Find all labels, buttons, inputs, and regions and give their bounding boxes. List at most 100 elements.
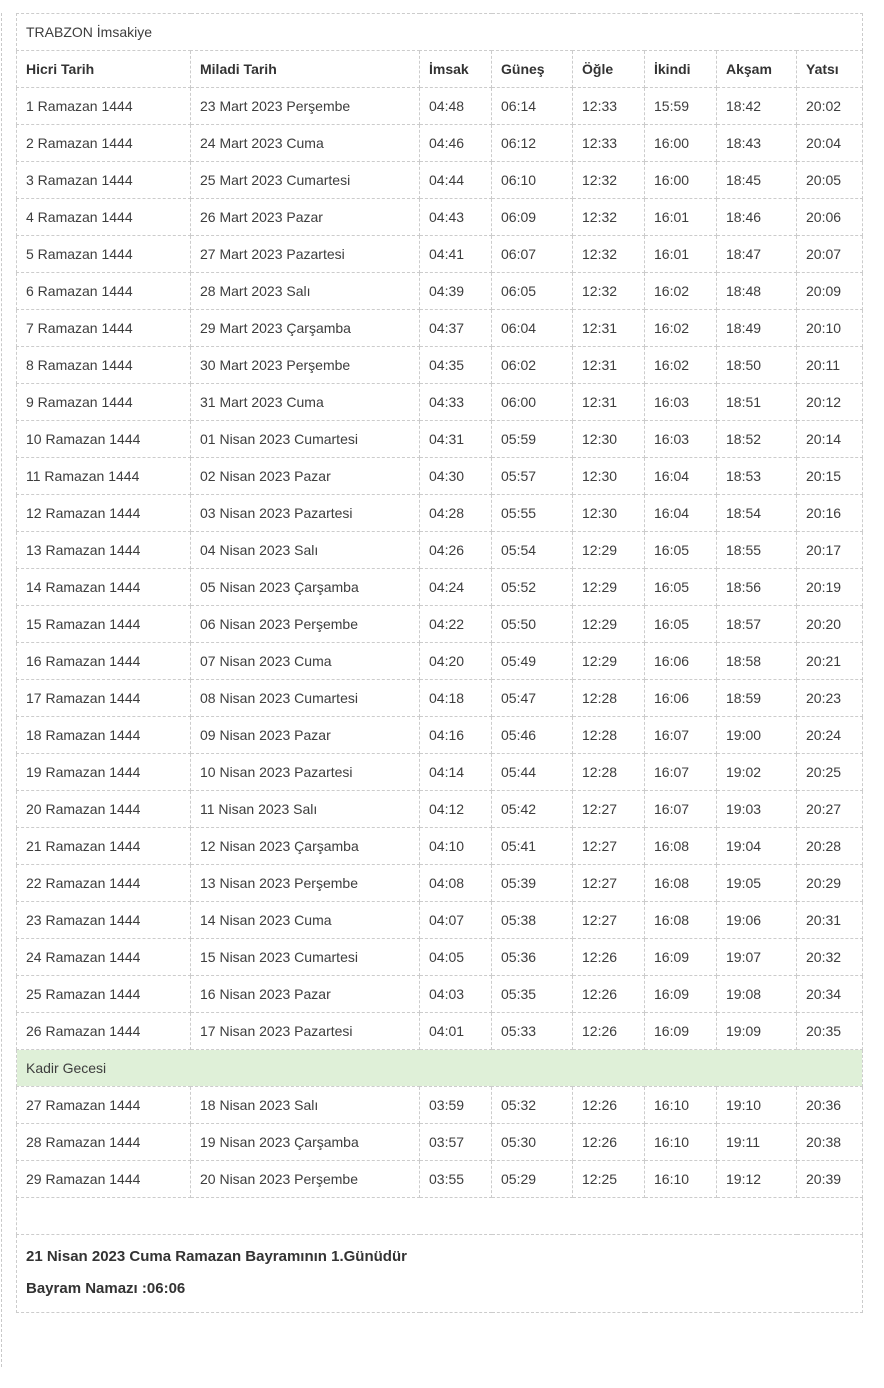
table-cell: 12:29 — [573, 643, 645, 680]
table-cell: 20:16 — [797, 495, 863, 532]
table-cell: 05:36 — [492, 939, 573, 976]
table-cell: 06:07 — [492, 236, 573, 273]
table-row: 6 Ramazan 144428 Mart 2023 Salı04:3906:0… — [17, 273, 863, 310]
table-row: 4 Ramazan 144426 Mart 2023 Pazar04:4306:… — [17, 199, 863, 236]
table-cell: 16:05 — [645, 606, 717, 643]
table-cell: 04:30 — [420, 458, 492, 495]
table-cell: 06:05 — [492, 273, 573, 310]
table-cell: 16:03 — [645, 384, 717, 421]
table-cell: 20:19 — [797, 569, 863, 606]
table-cell: 13 Nisan 2023 Perşembe — [191, 865, 420, 902]
footer-cell: 21 Nisan 2023 Cuma Ramazan Bayramının 1.… — [17, 1235, 863, 1313]
table-cell: 20 Nisan 2023 Perşembe — [191, 1161, 420, 1198]
table-cell: 04:43 — [420, 199, 492, 236]
table-cell: 06:02 — [492, 347, 573, 384]
table-cell: 12:32 — [573, 236, 645, 273]
table-cell: 20:07 — [797, 236, 863, 273]
table-cell: 05:59 — [492, 421, 573, 458]
table-cell: 18:51 — [717, 384, 797, 421]
table-cell: 24 Mart 2023 Cuma — [191, 125, 420, 162]
table-cell: 3 Ramazan 1444 — [17, 162, 191, 199]
table-cell: 03 Nisan 2023 Pazartesi — [191, 495, 420, 532]
table-cell: 05:30 — [492, 1124, 573, 1161]
table-cell: 04:46 — [420, 125, 492, 162]
table-cell: 04:14 — [420, 754, 492, 791]
table-cell: 12:27 — [573, 865, 645, 902]
table-cell: 24 Ramazan 1444 — [17, 939, 191, 976]
table-row: 21 Ramazan 144412 Nisan 2023 Çarşamba04:… — [17, 828, 863, 865]
table-cell: 18:53 — [717, 458, 797, 495]
table-cell: 2 Ramazan 1444 — [17, 125, 191, 162]
table-cell: 04:26 — [420, 532, 492, 569]
table-cell: 19:10 — [717, 1087, 797, 1124]
table-cell: 19:00 — [717, 717, 797, 754]
table-cell: 6 Ramazan 1444 — [17, 273, 191, 310]
table-cell: 19 Ramazan 1444 — [17, 754, 191, 791]
table-cell: 16:01 — [645, 236, 717, 273]
table-cell: 06:04 — [492, 310, 573, 347]
table-cell: 18:59 — [717, 680, 797, 717]
table-row: 20 Ramazan 144411 Nisan 2023 Salı04:1205… — [17, 791, 863, 828]
imsakiye-table: TRABZON İmsakiye Hicri TarihMiladi Tarih… — [16, 13, 863, 1313]
table-cell: 05:44 — [492, 754, 573, 791]
table-cell: 16:09 — [645, 939, 717, 976]
table-cell: 05:38 — [492, 902, 573, 939]
table-cell: 12:30 — [573, 458, 645, 495]
table-row: 17 Ramazan 144408 Nisan 2023 Cumartesi04… — [17, 680, 863, 717]
table-cell: 16 Ramazan 1444 — [17, 643, 191, 680]
table-cell: 12:28 — [573, 754, 645, 791]
table-cell: 12 Ramazan 1444 — [17, 495, 191, 532]
table-cell: 20:15 — [797, 458, 863, 495]
table-cell: 27 Ramazan 1444 — [17, 1087, 191, 1124]
table-cell: 04:07 — [420, 902, 492, 939]
page-title: TRABZON İmsakiye — [17, 14, 863, 51]
table-cell: 16:10 — [645, 1124, 717, 1161]
table-cell: 25 Mart 2023 Cumartesi — [191, 162, 420, 199]
table-cell: 5 Ramazan 1444 — [17, 236, 191, 273]
table-cell: 16:05 — [645, 532, 717, 569]
table-cell: 20 Ramazan 1444 — [17, 791, 191, 828]
footer-row: 21 Nisan 2023 Cuma Ramazan Bayramının 1.… — [17, 1235, 863, 1313]
table-cell: 17 Nisan 2023 Pazartesi — [191, 1013, 420, 1050]
table-cell: 16:09 — [645, 1013, 717, 1050]
bayram-namazi-time: Bayram Namazı :06:06 — [26, 1280, 858, 1297]
table-cell: 16:07 — [645, 717, 717, 754]
table-cell: 12:29 — [573, 532, 645, 569]
table-cell: 20:38 — [797, 1124, 863, 1161]
table-row: 12 Ramazan 144403 Nisan 2023 Pazartesi04… — [17, 495, 863, 532]
column-header: Miladi Tarih — [191, 51, 420, 88]
table-cell: 21 Ramazan 1444 — [17, 828, 191, 865]
table-cell: 18:52 — [717, 421, 797, 458]
table-cell: 19:12 — [717, 1161, 797, 1198]
table-cell: 19:04 — [717, 828, 797, 865]
table-row: 10 Ramazan 144401 Nisan 2023 Cumartesi04… — [17, 421, 863, 458]
table-cell: 18:56 — [717, 569, 797, 606]
table-cell: 20:35 — [797, 1013, 863, 1050]
table-cell: 16:02 — [645, 310, 717, 347]
table-cell: 03:57 — [420, 1124, 492, 1161]
table-cell: 12:26 — [573, 1124, 645, 1161]
column-header: Yatsı — [797, 51, 863, 88]
table-cell: 18:45 — [717, 162, 797, 199]
table-cell: 04:39 — [420, 273, 492, 310]
table-cell: 18:49 — [717, 310, 797, 347]
column-header: Öğle — [573, 51, 645, 88]
table-row: 1 Ramazan 144423 Mart 2023 Perşembe04:48… — [17, 88, 863, 125]
table-cell: 19:05 — [717, 865, 797, 902]
table-row: 3 Ramazan 144425 Mart 2023 Cumartesi04:4… — [17, 162, 863, 199]
table-cell: 18:50 — [717, 347, 797, 384]
table-cell: 18:42 — [717, 88, 797, 125]
table-cell: 9 Ramazan 1444 — [17, 384, 191, 421]
table-row: 14 Ramazan 144405 Nisan 2023 Çarşamba04:… — [17, 569, 863, 606]
table-cell: 02 Nisan 2023 Pazar — [191, 458, 420, 495]
bayram-day-note: 21 Nisan 2023 Cuma Ramazan Bayramının 1.… — [26, 1248, 858, 1265]
table-row: 25 Ramazan 144416 Nisan 2023 Pazar04:030… — [17, 976, 863, 1013]
table-cell: 20:02 — [797, 88, 863, 125]
table-cell: 16 Nisan 2023 Pazar — [191, 976, 420, 1013]
table-cell: 06:00 — [492, 384, 573, 421]
table-row: 2 Ramazan 144424 Mart 2023 Cuma04:4606:1… — [17, 125, 863, 162]
column-header: İkindi — [645, 51, 717, 88]
table-cell: 16:06 — [645, 643, 717, 680]
table-cell: 06 Nisan 2023 Perşembe — [191, 606, 420, 643]
table-cell: 20:25 — [797, 754, 863, 791]
